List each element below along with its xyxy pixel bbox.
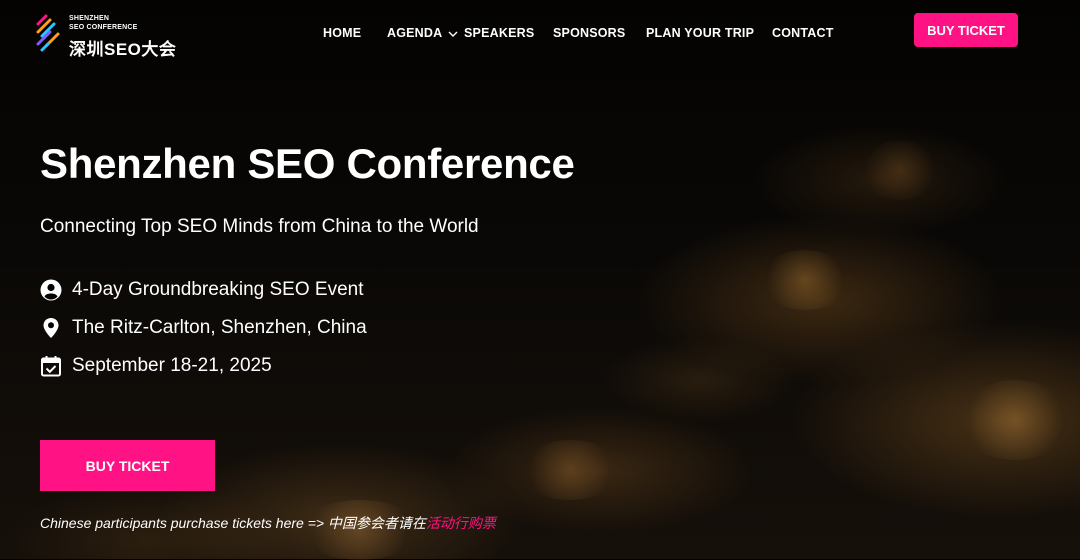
nav-sponsors[interactable]: SPONSORS bbox=[553, 26, 625, 40]
chinese-purchase-note: Chinese participants purchase tickets he… bbox=[40, 513, 496, 533]
map-pin-icon bbox=[43, 318, 59, 338]
feature-duration: 4-Day Groundbreaking SEO Event bbox=[40, 278, 364, 302]
hero-buy-ticket-button[interactable]: BUY TICKET bbox=[40, 440, 215, 491]
calendar-check-icon bbox=[41, 356, 61, 377]
bokeh-light bbox=[760, 250, 850, 310]
logo-text-main: 深圳SEO大会 bbox=[69, 40, 177, 59]
nav-home[interactable]: HOME bbox=[323, 26, 361, 40]
page-title: Shenzhen SEO Conference bbox=[40, 140, 575, 187]
site-logo[interactable]: SHENZHEN SEO CONFERENCE 深圳SEO大会 bbox=[36, 14, 186, 59]
bokeh-light bbox=[520, 440, 620, 500]
bokeh-light bbox=[960, 380, 1070, 460]
nav-contact[interactable]: CONTACT bbox=[772, 26, 834, 40]
nav-agenda-label: AGENDA bbox=[387, 26, 442, 40]
header-buy-ticket-button[interactable]: BUY TICKET bbox=[914, 13, 1018, 47]
note-text: Chinese participants purchase tickets he… bbox=[40, 515, 426, 531]
bokeh-light bbox=[860, 140, 940, 200]
feature-location: The Ritz-Carlton, Shenzhen, China bbox=[40, 316, 367, 340]
feature-text: 4-Day Groundbreaking SEO Event bbox=[72, 279, 364, 300]
nav-agenda[interactable]: AGENDA bbox=[387, 26, 458, 40]
logo-mark-icon bbox=[36, 14, 60, 52]
logo-text-line2: SEO CONFERENCE bbox=[69, 24, 138, 31]
user-circle-icon bbox=[40, 279, 62, 301]
nav-speakers[interactable]: SPEAKERS bbox=[464, 26, 534, 40]
nav-plan-your-trip[interactable]: PLAN YOUR TRIP bbox=[646, 26, 754, 40]
feature-text: September 18-21, 2025 bbox=[72, 355, 272, 376]
hero-subtitle: Connecting Top SEO Minds from China to t… bbox=[40, 216, 479, 237]
chevron-down-icon[interactable] bbox=[448, 29, 458, 39]
feature-date: September 18-21, 2025 bbox=[40, 354, 272, 378]
chinese-ticket-link[interactable]: 活动行购票 bbox=[426, 515, 496, 531]
logo-text-line1: SHENZHEN bbox=[69, 15, 110, 22]
feature-text: The Ritz-Carlton, Shenzhen, China bbox=[72, 317, 367, 338]
